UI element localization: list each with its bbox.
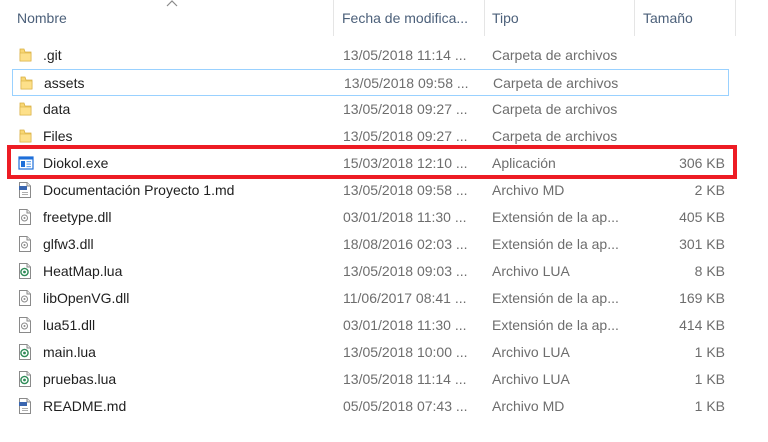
file-type: Carpeta de archivos: [492, 47, 618, 63]
file-size: 2 KB: [694, 182, 725, 198]
file-type: Extensión de la ap...: [492, 290, 619, 306]
lua-file-icon: [18, 262, 32, 280]
file-name: assets: [44, 75, 85, 91]
file-name: glfw3.dll: [43, 236, 94, 252]
file-date-modified: 13/05/2018 09:27 ...: [343, 101, 468, 117]
file-name: freetype.dll: [43, 209, 112, 225]
folder-icon: [18, 127, 32, 145]
md-file-icon: [18, 181, 32, 199]
file-size: [632, 42, 725, 69]
dll-file-icon: [18, 316, 32, 334]
file-name: libOpenVG.dll: [43, 290, 130, 306]
file-type: Carpeta de archivos: [492, 101, 618, 117]
file-row-heatmap-lua[interactable]: HeatMap.lua 13/05/2018 09:03 ... Archivo L…: [12, 258, 729, 285]
file-size: 1 KB: [694, 344, 725, 360]
file-date-modified: 13/05/2018 09:58 ...: [344, 75, 469, 91]
column-divider[interactable]: [634, 0, 635, 36]
file-row-assets[interactable]: assets 13/05/2018 09:58 ... Carpeta de arc…: [12, 69, 729, 96]
file-name: lua51.dll: [43, 317, 96, 333]
lua-file-icon: [18, 343, 32, 361]
file-row-libopenvg-dll[interactable]: libOpenVG.dll 11/06/2017 08:41 ... Extensi…: [12, 285, 729, 312]
dll-file-icon: [18, 235, 32, 253]
column-divider[interactable]: [484, 0, 485, 36]
file-row-freetype-dll[interactable]: freetype.dll 03/01/2018 11:30 ... Extensió…: [12, 204, 729, 231]
file-size: 169 KB: [679, 290, 725, 306]
file-date-modified: 13/05/2018 10:00 ...: [343, 344, 468, 360]
file-date-modified: 13/05/2018 11:14 ...: [343, 371, 467, 387]
file-type: Archivo MD: [492, 398, 565, 414]
md-file-icon: [18, 397, 32, 415]
file-row-main-lua[interactable]: main.lua 13/05/2018 10:00 ... Archivo LUA 1…: [12, 339, 729, 366]
file-type: Carpeta de archivos: [493, 75, 619, 91]
file-size: [633, 70, 726, 97]
file-name: data: [43, 101, 71, 117]
file-type: Extensión de la ap...: [492, 209, 619, 225]
file-date-modified: 05/05/2018 07:43 ...: [343, 398, 468, 414]
file-row-pruebas-lua[interactable]: pruebas.lua 13/05/2018 11:14 ... Archivo L…: [12, 366, 729, 393]
file-row-documentaci-n-proyecto-1-md[interactable]: Documentación Proyecto 1.md 13/05/2018 09…: [12, 177, 729, 204]
file-date-modified: 03/01/2018 11:30 ...: [343, 209, 467, 225]
file-row-glfw3-dll[interactable]: glfw3.dll 18/08/2016 02:03 ... Extensión d…: [12, 231, 729, 258]
file-date-modified: 11/06/2017 08:41 ...: [343, 290, 467, 306]
folder-icon: [18, 100, 32, 118]
file-size: 1 KB: [694, 398, 725, 414]
file-type: Extensión de la ap...: [492, 317, 619, 333]
file-name: README.md: [43, 398, 127, 414]
column-header: Nombre Fecha de modifica... Tipo Tamaño: [0, 0, 768, 36]
file-size: [632, 96, 725, 123]
file-name: HeatMap.lua: [43, 263, 123, 279]
file-size: 1 KB: [694, 371, 725, 387]
dll-file-icon: [18, 208, 32, 226]
file-name: main.lua: [43, 344, 96, 360]
file-type: Archivo LUA: [492, 344, 570, 360]
column-divider[interactable]: [735, 0, 736, 36]
file-date-modified: 13/05/2018 09:58 ...: [343, 182, 468, 198]
file-name: .git: [43, 47, 62, 63]
folder-icon: [19, 74, 33, 92]
file-date-modified: 18/08/2016 02:03 ...: [343, 236, 468, 252]
file-row-data[interactable]: data 13/05/2018 09:27 ... Carpeta de archi…: [12, 96, 729, 123]
column-size[interactable]: Tamaño: [643, 0, 723, 36]
file-date-modified: 13/05/2018 11:14 ...: [343, 47, 467, 63]
file-size: 301 KB: [679, 236, 725, 252]
file-date-modified: 03/01/2018 11:30 ...: [343, 317, 467, 333]
file-row-git[interactable]: .git 13/05/2018 11:14 ... Carpeta de archi…: [12, 42, 729, 69]
file-type: Extensión de la ap...: [492, 236, 619, 252]
folder-icon: [18, 46, 32, 64]
file-type: Archivo LUA: [492, 371, 570, 387]
file-name: Documentación Proyecto 1.md: [43, 182, 235, 198]
file-type: Archivo MD: [492, 182, 565, 198]
file-date-modified: 13/05/2018 09:03 ...: [343, 263, 468, 279]
selection-annotation-box: [7, 145, 737, 179]
dll-file-icon: [18, 289, 32, 307]
file-type: Archivo LUA: [492, 263, 570, 279]
column-date-modified[interactable]: Fecha de modifica...: [342, 0, 476, 36]
column-divider[interactable]: [333, 0, 334, 36]
file-row-readme-md[interactable]: README.md 05/05/2018 07:43 ... Archivo MD 1…: [12, 393, 729, 420]
file-size: 414 KB: [679, 317, 725, 333]
file-size: 8 KB: [694, 263, 725, 279]
file-row-lua51-dll[interactable]: lua51.dll 03/01/2018 11:30 ... Extensión d…: [12, 312, 729, 339]
lua-file-icon: [18, 370, 32, 388]
file-name: pruebas.lua: [43, 371, 117, 387]
column-type[interactable]: Tipo: [492, 0, 622, 36]
column-name[interactable]: Nombre: [17, 0, 317, 36]
file-size: 405 KB: [679, 209, 725, 225]
